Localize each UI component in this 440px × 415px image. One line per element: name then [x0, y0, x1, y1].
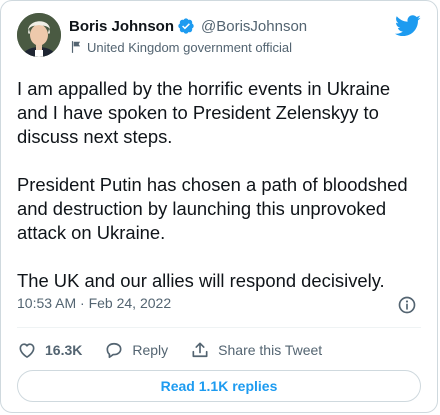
share-button[interactable]: Share this Tweet — [190, 340, 322, 360]
tweet-actions: 16.3K Reply Share this Tweet — [17, 338, 344, 362]
twitter-bird-icon[interactable] — [395, 15, 421, 37]
verified-badge-icon — [178, 18, 194, 34]
author-info: Boris Johnson @BorisJohnson United Kingd… — [69, 16, 307, 56]
share-upload-icon — [192, 342, 208, 358]
heart-icon — [19, 343, 35, 358]
flag-icon — [71, 41, 81, 53]
like-count: 16.3K — [45, 342, 83, 358]
tweet-paragraph: I am appalled by the horrific events in … — [17, 78, 391, 147]
share-label: Share this Tweet — [218, 342, 323, 358]
reply-label: Reply — [132, 342, 169, 358]
divider — [17, 327, 421, 328]
tweet-header: Boris Johnson @BorisJohnson United Kingd… — [17, 13, 421, 61]
tweet-text: I am appalled by the horrific events in … — [17, 77, 425, 317]
tweet-paragraph: The UK and our allies will respond decis… — [17, 270, 385, 291]
avatar[interactable] — [17, 13, 61, 57]
tweet-card: Boris Johnson @BorisJohnson United Kingd… — [0, 0, 438, 413]
author-handle[interactable]: @BorisJohnson — [201, 18, 307, 35]
avatar-image — [17, 13, 61, 57]
speech-bubble-icon — [106, 342, 122, 359]
government-label: United Kingdom government official — [87, 39, 292, 55]
tweet-paragraph: President Putin has chosen a path of blo… — [17, 174, 408, 243]
read-replies-button[interactable]: Read 1.1K replies — [17, 370, 421, 402]
info-icon[interactable] — [397, 295, 417, 315]
like-button[interactable]: 16.3K — [17, 340, 82, 360]
author-display-name[interactable]: Boris Johnson — [69, 18, 174, 35]
reply-button[interactable]: Reply — [104, 340, 168, 360]
tweet-timestamp[interactable]: 10:53 AM · Feb 24, 2022 — [17, 295, 171, 311]
tweet-meta: 10:53 AM · Feb 24, 2022 — [17, 295, 421, 315]
